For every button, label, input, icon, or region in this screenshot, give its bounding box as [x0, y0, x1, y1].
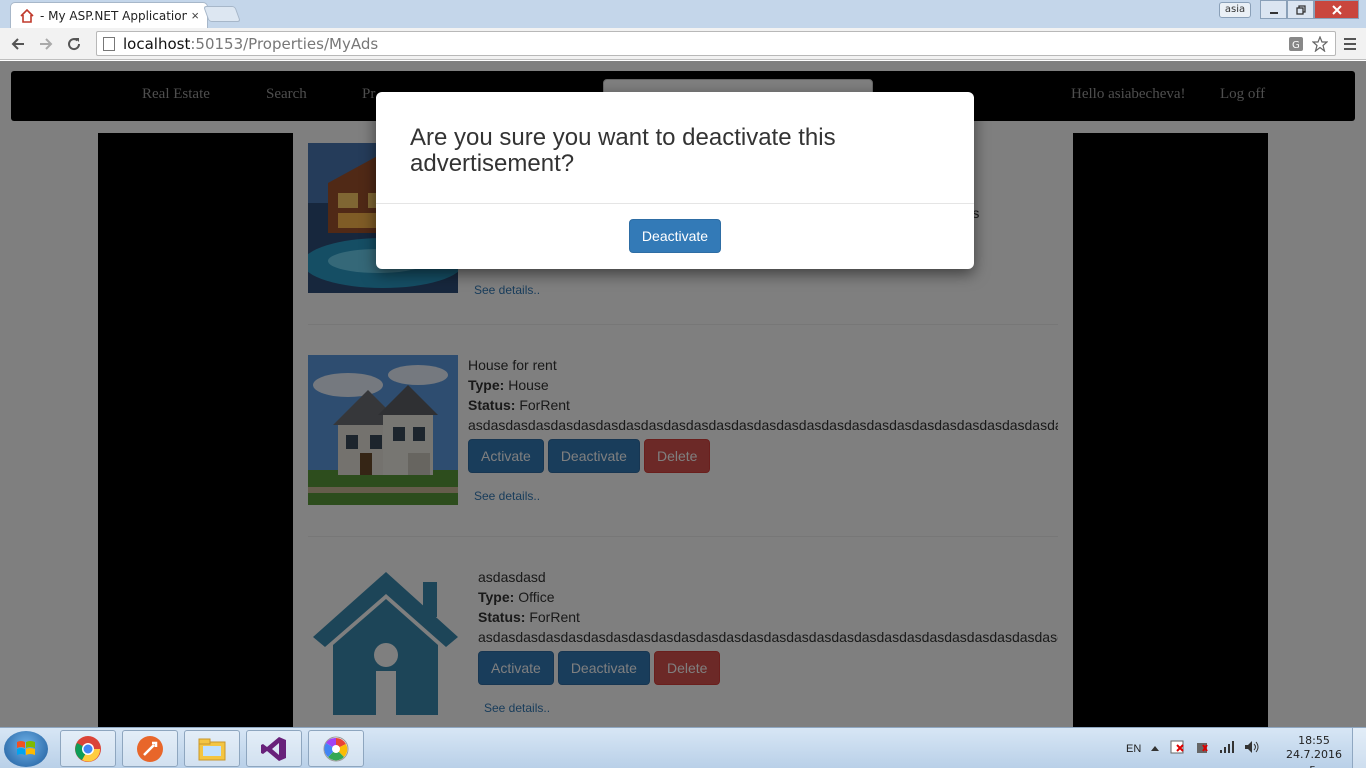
system-tray: EN	[1126, 728, 1260, 768]
browser-tab[interactable]: - My ASP.NET Application ×	[10, 2, 208, 28]
taskbar-clock[interactable]: 18:55 24.7.2016 г.	[1282, 734, 1346, 768]
house-favicon-icon	[19, 8, 35, 24]
clock-time: 18:55	[1298, 734, 1330, 747]
taskbar: EN 18:55 24.7.2016 г.	[0, 727, 1366, 768]
reload-icon[interactable]	[62, 32, 86, 56]
picasa-icon[interactable]	[308, 730, 364, 767]
modal-header: Are you sure you want to deactivate this…	[376, 92, 974, 204]
url-text: localhost:50153/Properties/MyAds	[123, 34, 379, 53]
network-signal-icon[interactable]	[1219, 740, 1235, 757]
clock-date: 24.7.2016 г.	[1286, 748, 1342, 768]
tab-title: - My ASP.NET Application	[40, 8, 188, 23]
browser-toolbar: localhost:50153/Properties/MyAds G	[0, 28, 1366, 60]
page-icon	[103, 36, 115, 51]
profile-badge[interactable]: asia	[1219, 2, 1251, 18]
tab-close-icon[interactable]: ×	[191, 8, 199, 23]
bookmark-star-icon[interactable]	[1311, 35, 1329, 53]
rocket-app-icon[interactable]	[122, 730, 178, 767]
svg-text:G: G	[1292, 40, 1300, 51]
window-controls	[1260, 0, 1359, 19]
show-desktop-button[interactable]	[1352, 728, 1366, 768]
browser-titlebar: - My ASP.NET Application × asia	[0, 0, 1366, 28]
start-button[interactable]	[4, 731, 48, 767]
restore-icon[interactable]	[1287, 0, 1314, 19]
new-tab-button[interactable]	[203, 6, 241, 22]
minimize-icon[interactable]	[1260, 0, 1287, 19]
chrome-icon[interactable]	[60, 730, 116, 767]
visual-studio-icon[interactable]	[246, 730, 302, 767]
confirm-deactivate-button[interactable]: Deactivate	[628, 219, 722, 253]
back-arrow-icon[interactable]	[6, 32, 30, 56]
power-icon[interactable]	[1194, 739, 1210, 758]
close-icon[interactable]	[1314, 0, 1359, 19]
modal-title: Are you sure you want to deactivate this…	[410, 124, 836, 177]
translate-icon[interactable]: G	[1287, 35, 1305, 53]
browser-menu-icon[interactable]	[1340, 32, 1360, 56]
forward-arrow-icon[interactable]	[34, 32, 58, 56]
web-page: Real Estate Search Pr Hello asiabecheva!…	[0, 61, 1366, 727]
volume-icon[interactable]	[1244, 740, 1260, 757]
file-explorer-icon[interactable]	[184, 730, 240, 767]
tray-expand-icon[interactable]	[1150, 743, 1160, 755]
language-indicator[interactable]: EN	[1126, 743, 1141, 755]
address-bar[interactable]: localhost:50153/Properties/MyAds G	[96, 31, 1336, 56]
modal-footer: Deactivate	[376, 204, 974, 253]
confirm-deactivate-modal: Are you sure you want to deactivate this…	[376, 92, 974, 269]
action-center-icon[interactable]	[1169, 739, 1185, 758]
